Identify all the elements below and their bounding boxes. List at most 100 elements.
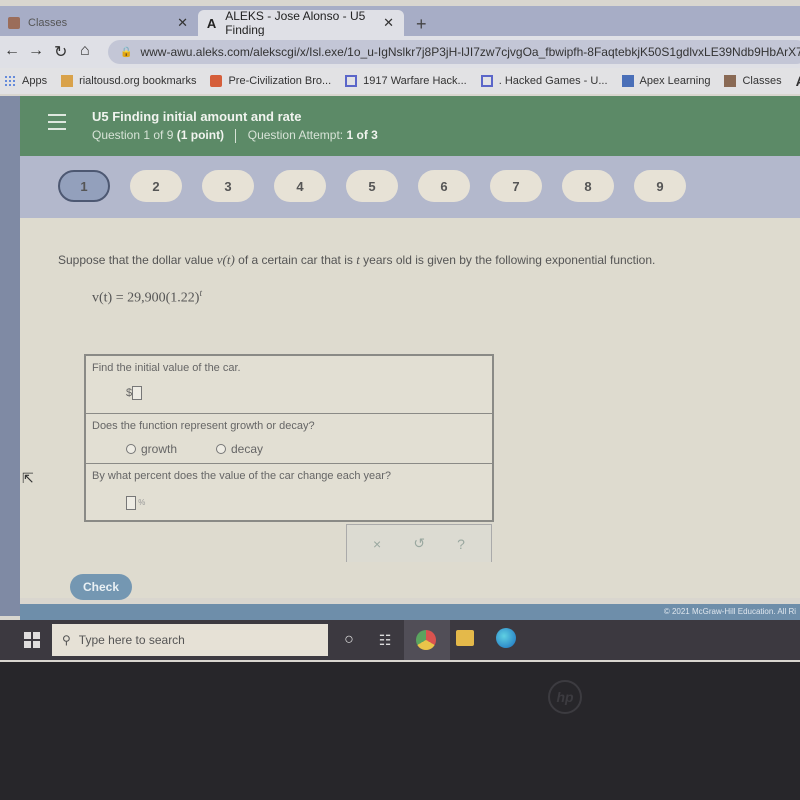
bookmark-label: . Hacked Games - U... [498, 75, 608, 87]
mouse-cursor-icon: ⇱ [22, 470, 34, 486]
close-icon[interactable]: ✕ [177, 15, 188, 31]
question-button-5[interactable]: 5 [346, 170, 398, 202]
task-view-icon[interactable]: ☷ [374, 629, 396, 651]
browser-tab-bar: Classes ✕ A ALEKS - Jose Alonso - U5 Fin… [0, 6, 800, 37]
question-button-8[interactable]: 8 [562, 170, 614, 202]
cortana-icon[interactable]: ○ [338, 629, 360, 651]
bookmark-rialtousd[interactable]: rialtousd.org bookmarks [61, 75, 196, 87]
help-icon[interactable]: ? [457, 536, 465, 552]
assignment-title: U5 Finding initial amount and rate [92, 109, 302, 124]
tab-classes[interactable]: Classes ✕ [0, 10, 198, 36]
exponential-formula: v(t) = 29,900(1.22)t [92, 288, 202, 307]
divider [235, 128, 237, 143]
taskbar-search[interactable]: ⚲ Type here to search [52, 624, 328, 656]
left-strip [0, 96, 20, 616]
check-button[interactable]: Check [70, 574, 132, 600]
menu-icon[interactable] [48, 114, 66, 135]
bookmark-pre-civilization[interactable]: Pre-Civilization Bro... [210, 75, 331, 87]
attempt-label: Question Attempt: [247, 128, 344, 142]
bookmark-hacked-games[interactable]: . Hacked Games - U... [480, 75, 608, 87]
bookmarks-bar: Apps rialtousd.org bookmarks Pre-Civiliz… [0, 68, 800, 94]
prompt-text: years old is given by the following expo… [359, 253, 656, 267]
question-navigation: 1 2 3 4 5 6 7 8 9 [20, 156, 800, 218]
question-row-initial-value: Find the initial value of the car. $ [86, 356, 492, 414]
question-text: Does the function represent growth or de… [92, 420, 315, 432]
close-icon[interactable]: ✕ [383, 15, 394, 31]
question-points: (1 point) [176, 128, 225, 142]
aleks-header: U5 Finding initial amount and rate Quest… [20, 96, 800, 156]
apex-icon [621, 75, 634, 87]
new-tab-icon[interactable]: + [416, 14, 427, 35]
radio-growth[interactable]: growth [126, 442, 177, 456]
radio-decay[interactable]: decay [216, 442, 263, 456]
bookmark-label: 1917 Warfare Hack... [363, 75, 467, 87]
question-content: Suppose that the dollar value v(t) of a … [20, 218, 800, 600]
question-row-growth-decay: Does the function represent growth or de… [86, 414, 492, 464]
home-icon[interactable]: ⌂ [80, 42, 90, 60]
page-icon [345, 75, 358, 87]
classes-favicon-icon [8, 17, 20, 29]
bookmark-label: Classes [742, 75, 782, 87]
screen: Classes ✕ A ALEKS - Jose Alonso - U5 Fin… [0, 0, 800, 662]
radio-label: growth [141, 442, 178, 456]
question-button-3[interactable]: 3 [202, 170, 254, 202]
function-notation: v(t) [216, 252, 235, 267]
tab-label: ALEKS - Jose Alonso - U5 Finding [225, 9, 366, 37]
question-text: Find the initial value of the car. [92, 362, 241, 374]
browser-toolbar: ← → ↻ ⌂ 🔒 www-awu.aleks.com/alekscgi/x/I… [0, 36, 800, 68]
undo-icon[interactable]: ↺ [413, 535, 425, 552]
initial-value-field-wrap: $ [126, 386, 143, 400]
tab-aleks[interactable]: A ALEKS - Jose Alonso - U5 Finding ✕ [198, 9, 404, 37]
question-button-2[interactable]: 2 [130, 170, 182, 202]
initial-value-input[interactable] [132, 386, 143, 400]
bookmark-label: Pre-Civilization Bro... [228, 75, 332, 87]
bookmark-1917-warfare[interactable]: 1917 Warfare Hack... [345, 75, 467, 87]
back-icon[interactable]: ← [4, 42, 20, 60]
question-button-4[interactable]: 4 [274, 170, 326, 202]
address-bar[interactable]: 🔒 www-awu.aleks.com/alekscgi/x/Isl.exe/1… [108, 40, 800, 64]
radio-label: decay [231, 442, 264, 456]
tab-label: Classes [28, 17, 68, 29]
file-explorer-icon[interactable] [456, 630, 474, 646]
laptop-bezel: hp [0, 662, 800, 800]
url-text: www-awu.aleks.com/alekscgi/x/Isl.exe/1o_… [140, 45, 800, 59]
aleks-logo-icon: A [206, 15, 217, 31]
question-button-6[interactable]: 6 [418, 170, 470, 202]
percent-input[interactable] [126, 496, 136, 510]
question-button-7[interactable]: 7 [490, 170, 542, 202]
clear-icon[interactable]: × [373, 536, 381, 552]
reload-icon[interactable]: ↻ [54, 42, 67, 62]
bookmark-apex-learning[interactable]: Apex Learning [621, 75, 711, 87]
bookmark-classes[interactable]: Classes [724, 75, 782, 87]
prompt-text: of a certain car that is [234, 253, 357, 267]
windows-start-icon[interactable] [24, 632, 40, 648]
percent-field-wrap: % [126, 496, 145, 510]
folder-icon [61, 75, 74, 87]
search-icon: ⚲ [62, 633, 71, 647]
bookmark-apps[interactable]: Apps [4, 75, 47, 87]
problem-statement: Suppose that the dollar value v(t) of a … [58, 252, 655, 268]
question-counter: Question 1 of 9 [92, 128, 174, 142]
question-button-1[interactable]: 1 [58, 170, 110, 202]
question-text: By what percent does the value of the ca… [92, 470, 392, 482]
attempt-value: 1 of 3 [346, 128, 378, 142]
aleks-logo-icon: A [796, 73, 800, 89]
chrome-icon[interactable] [416, 630, 436, 650]
bookmark-label: Apex Learning [639, 75, 711, 87]
formula-exponent: t [199, 288, 202, 298]
percent-sign: % [138, 498, 146, 508]
page-icon [480, 75, 493, 87]
chrome-taskbar-slot[interactable] [404, 620, 450, 660]
hp-logo-icon: hp [548, 680, 582, 714]
radio-circle-icon[interactable] [126, 444, 136, 454]
bookmark-aleks[interactable]: A ALEKS [796, 73, 800, 89]
classes-icon [724, 75, 737, 87]
edge-icon[interactable] [496, 628, 516, 648]
lock-icon: 🔒 [120, 46, 133, 58]
question-button-9[interactable]: 9 [634, 170, 686, 202]
forward-icon[interactable]: → [28, 42, 44, 60]
radio-circle-icon[interactable] [216, 444, 226, 454]
answer-box: Find the initial value of the car. $ Doe… [84, 354, 494, 522]
question-info: Question 1 of 9 (1 point) Question Attem… [92, 128, 378, 143]
bookmark-label: rialtousd.org bookmarks [79, 75, 197, 87]
